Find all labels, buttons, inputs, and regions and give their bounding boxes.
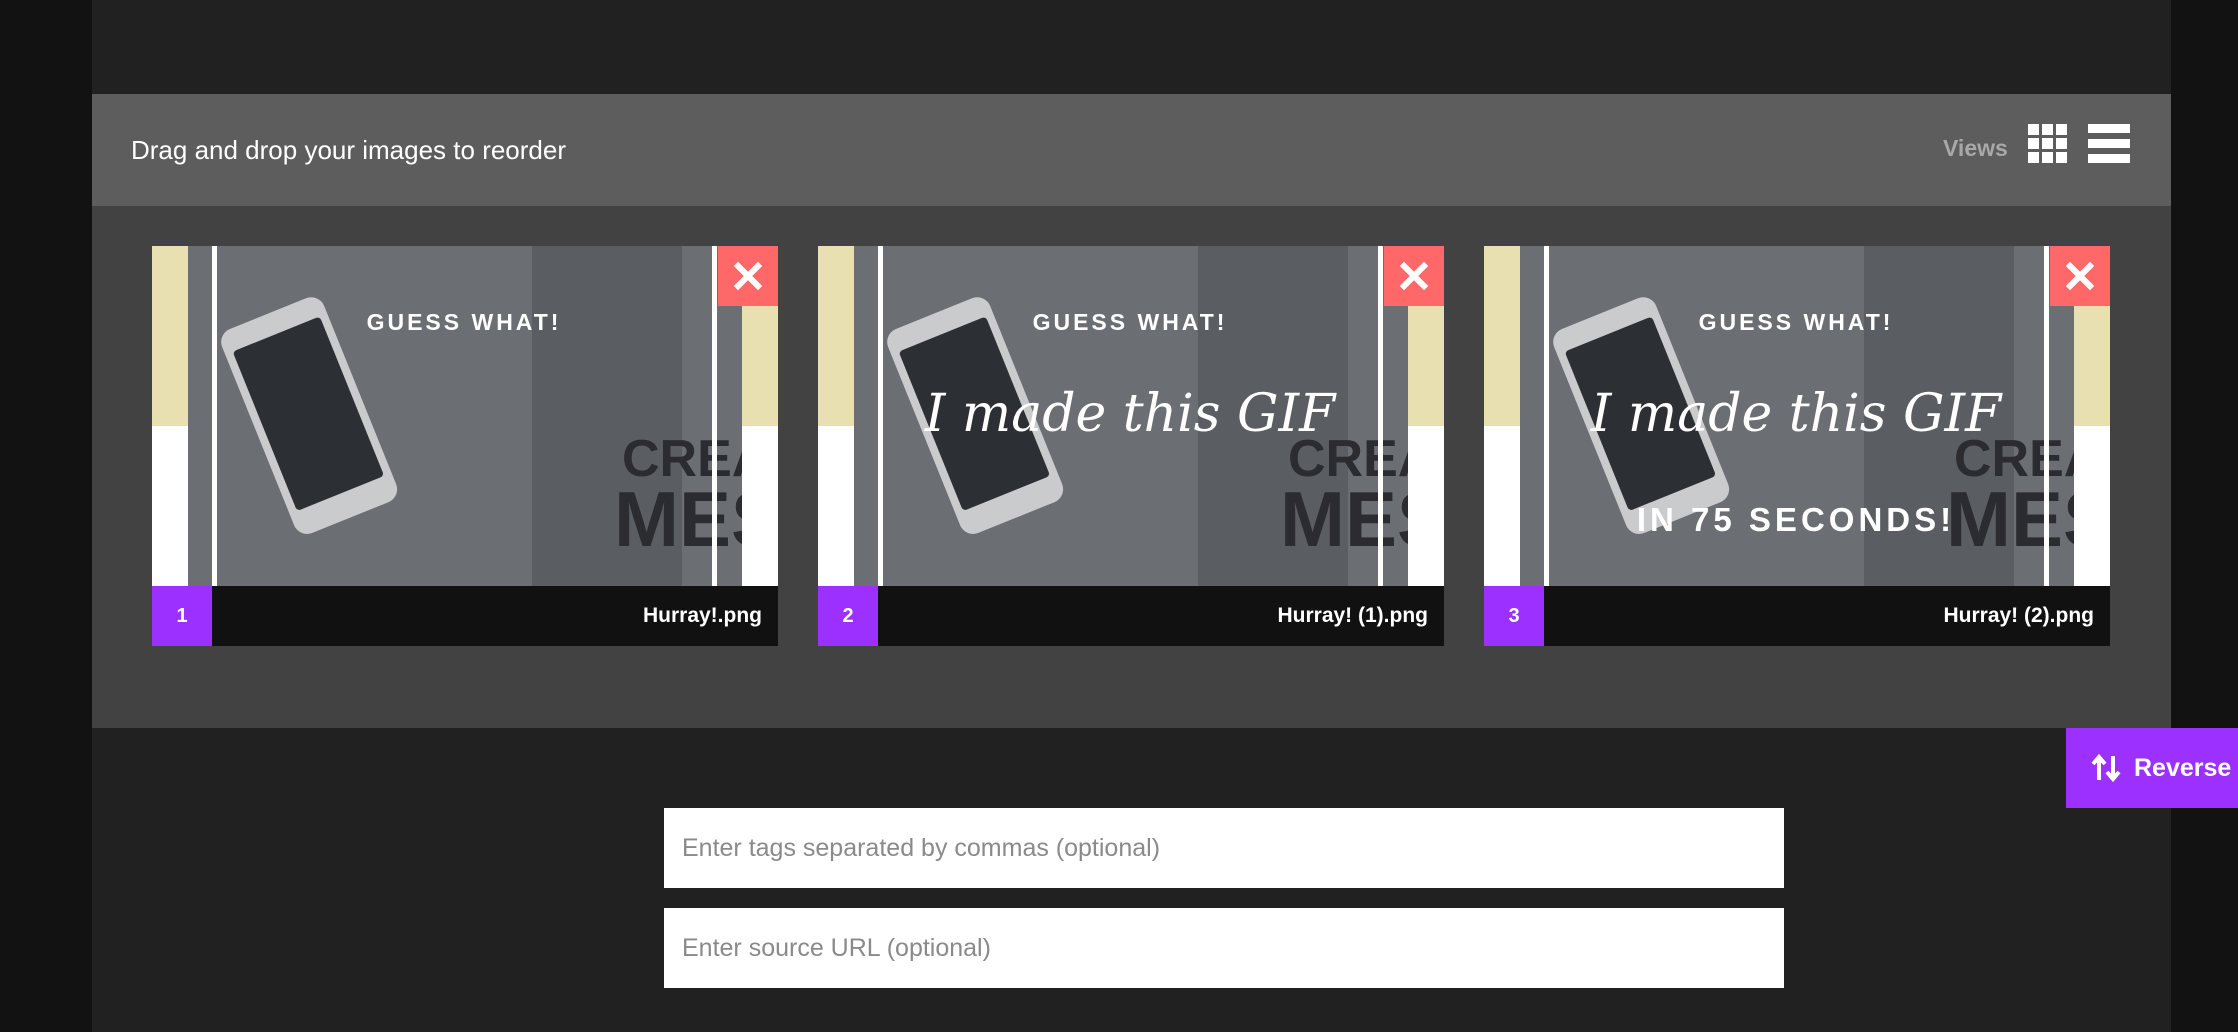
list-view-icon[interactable] <box>2088 124 2130 164</box>
reverse-button[interactable]: Reverse <box>2066 728 2238 808</box>
close-icon <box>2065 261 2095 291</box>
sort-arrows-icon <box>2091 753 2121 783</box>
overlay-text: IN 75 SECONDS! <box>1637 501 1955 538</box>
card-filename: Hurray! (2).png <box>1943 604 2094 627</box>
card-number: 1 <box>152 586 212 646</box>
card-number: 3 <box>1484 586 1544 646</box>
image-card[interactable]: CREAT MES GUESS WHAT! 1 Hurray!.png <box>152 246 778 646</box>
image-thumbnail: CREAT MES GUESS WHAT! I made this GIF IN… <box>1484 246 2110 586</box>
overlay-text: I made this GIF <box>924 384 1337 444</box>
reverse-button-label: Reverse <box>2134 754 2232 782</box>
card-number: 2 <box>818 586 878 646</box>
remove-image-button[interactable] <box>2050 246 2110 306</box>
card-filename: Hurray! (1).png <box>1277 604 1428 627</box>
source-url-input[interactable] <box>664 908 1784 988</box>
grid-view-icon[interactable] <box>2028 124 2068 164</box>
close-icon <box>1399 261 1429 291</box>
overlay-text: GUESS WHAT! <box>1033 309 1228 335</box>
views-label: Views <box>1943 135 2008 161</box>
reorder-header: Drag and drop your images to reorder Vie… <box>92 94 2171 206</box>
reorder-instruction: Drag and drop your images to reorder <box>131 135 567 165</box>
tags-input[interactable] <box>664 808 1784 888</box>
close-icon <box>733 261 763 291</box>
image-thumbnail: CREAT MES GUESS WHAT! <box>152 246 778 586</box>
image-thumbnail: CREAT MES GUESS WHAT! I made this GIF <box>818 246 1444 586</box>
overlay-text: GUESS WHAT! <box>1699 309 1894 335</box>
card-filename: Hurray!.png <box>642 604 762 627</box>
image-card[interactable]: CREAT MES GUESS WHAT! I made this GIF 2 … <box>818 246 1444 646</box>
main-content: Drag and drop your images to reorder Vie… <box>92 0 2238 1032</box>
overlay-text: GUESS WHAT! <box>367 309 562 335</box>
remove-image-button[interactable] <box>718 246 778 306</box>
overlay-text: I made this GIF <box>1590 384 2003 444</box>
remove-image-button[interactable] <box>1384 246 1444 306</box>
image-card[interactable]: CREAT MES GUESS WHAT! I made this GIF IN… <box>1484 246 2110 646</box>
